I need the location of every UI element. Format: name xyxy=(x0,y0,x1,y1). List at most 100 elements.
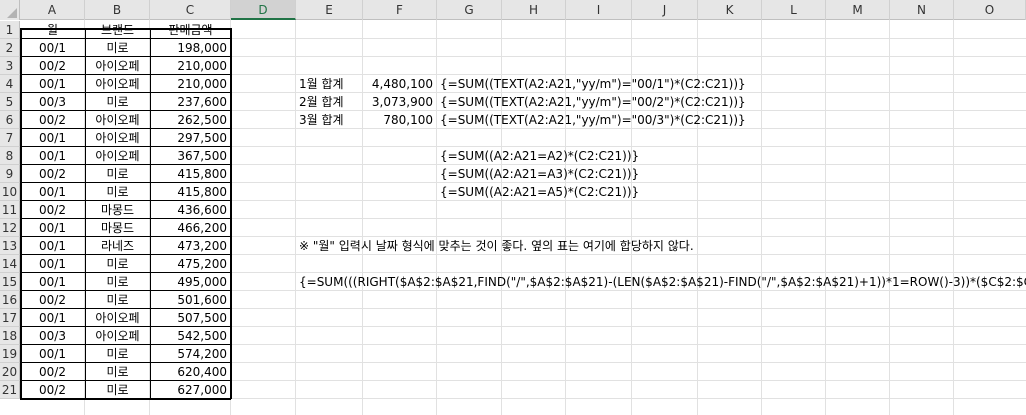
alt-formula[interactable]: {=SUM((A2:A21=A5)*(C2:C21))} xyxy=(437,183,639,201)
row-header-11[interactable]: 11 xyxy=(0,201,20,219)
row-header-8[interactable]: 8 xyxy=(0,147,20,165)
table-cell[interactable]: 297,500 xyxy=(150,129,231,147)
summary-formula[interactable]: {=SUM((TEXT(A2:A21,"yy/m")="00/1")*(C2:C… xyxy=(437,75,746,93)
column-header-b[interactable]: B xyxy=(85,0,150,20)
column-header-j[interactable]: J xyxy=(632,0,698,20)
table-cell[interactable]: 542,500 xyxy=(150,327,231,345)
table-cell[interactable]: 아이오페 xyxy=(85,129,150,147)
table-cell[interactable]: 627,000 xyxy=(150,381,231,399)
table-cell[interactable]: 아이오페 xyxy=(85,111,150,129)
table-cell[interactable]: 00/1 xyxy=(20,183,85,201)
table-cell[interactable]: 미로 xyxy=(85,165,150,183)
table-cell[interactable]: 00/1 xyxy=(20,75,85,93)
column-header-f[interactable]: F xyxy=(363,0,437,20)
summary-formula[interactable]: {=SUM((TEXT(A2:A21,"yy/m")="00/2")*(C2:C… xyxy=(437,93,746,111)
table-cell[interactable]: 00/1 xyxy=(20,309,85,327)
table-cell[interactable]: 473,200 xyxy=(150,237,231,255)
table-cell[interactable]: 507,500 xyxy=(150,309,231,327)
row-header-3[interactable]: 3 xyxy=(0,57,20,75)
table-cell[interactable]: 00/2 xyxy=(20,381,85,399)
table-cell[interactable]: 00/1 xyxy=(20,219,85,237)
table-cell[interactable]: 00/1 xyxy=(20,345,85,363)
table-cell[interactable]: 00/1 xyxy=(20,129,85,147)
table-cell[interactable]: 00/1 xyxy=(20,237,85,255)
row-header-14[interactable]: 14 xyxy=(0,255,20,273)
row-header-13[interactable]: 13 xyxy=(0,237,20,255)
column-header-c[interactable]: C xyxy=(150,0,231,20)
table-cell[interactable]: 00/3 xyxy=(20,93,85,111)
table-cell[interactable]: 아이오페 xyxy=(85,57,150,75)
row-header-7[interactable]: 7 xyxy=(0,129,20,147)
row-header-5[interactable]: 5 xyxy=(0,93,20,111)
table-cell[interactable]: 미로 xyxy=(85,381,150,399)
row-header-15[interactable]: 15 xyxy=(0,273,20,291)
table-cell[interactable]: 237,600 xyxy=(150,93,231,111)
table-cell[interactable]: 미로 xyxy=(85,255,150,273)
row-header-4[interactable]: 4 xyxy=(0,75,20,93)
table-cell[interactable]: 00/2 xyxy=(20,165,85,183)
table-cell[interactable]: 620,400 xyxy=(150,363,231,381)
table-cell[interactable]: 미로 xyxy=(85,39,150,57)
table-cell[interactable]: 00/1 xyxy=(20,255,85,273)
table-cell[interactable]: 466,200 xyxy=(150,219,231,237)
row-header-12[interactable]: 12 xyxy=(0,219,20,237)
row-header-20[interactable]: 20 xyxy=(0,363,20,381)
row-header-21[interactable]: 21 xyxy=(0,381,20,399)
table-cell[interactable]: 00/1 xyxy=(20,147,85,165)
summary-value[interactable]: 4,480,100 xyxy=(363,75,437,93)
alt-formula[interactable]: {=SUM((A2:A21=A2)*(C2:C21))} xyxy=(437,147,639,165)
table-header-cell[interactable]: 월 xyxy=(20,21,85,39)
column-header-h[interactable]: H xyxy=(502,0,566,20)
table-cell[interactable]: 00/1 xyxy=(20,39,85,57)
table-cell[interactable]: 00/3 xyxy=(20,327,85,345)
table-cell[interactable]: 아이오페 xyxy=(85,147,150,165)
spreadsheet-grid[interactable]: A B C D E F G H I J K L M N O 1 2 3 4 5 6 7 8 9 10 11 12 13 14 15 16 17… xyxy=(0,0,1026,415)
row-header-2[interactable]: 2 xyxy=(0,39,20,57)
table-cell[interactable]: 미로 xyxy=(85,291,150,309)
table-cell[interactable]: 262,500 xyxy=(150,111,231,129)
table-cell[interactable]: 00/2 xyxy=(20,363,85,381)
table-cell[interactable]: 475,200 xyxy=(150,255,231,273)
summary-formula[interactable]: {=SUM((TEXT(A2:A21,"yy/m")="00/3")*(C2:C… xyxy=(437,111,746,129)
row-header-6[interactable]: 6 xyxy=(0,111,20,129)
table-cell[interactable]: 마몽드 xyxy=(85,219,150,237)
table-cell[interactable]: 라네즈 xyxy=(85,237,150,255)
column-header-a[interactable]: A xyxy=(20,0,85,20)
row-header-9[interactable]: 9 xyxy=(0,165,20,183)
summary-value[interactable]: 780,100 xyxy=(363,111,437,129)
row-header-19[interactable]: 19 xyxy=(0,345,20,363)
table-cell[interactable]: 00/1 xyxy=(20,273,85,291)
column-header-k[interactable]: K xyxy=(698,0,762,20)
select-all-button[interactable] xyxy=(0,0,20,20)
table-cell[interactable]: 미로 xyxy=(85,345,150,363)
table-cell[interactable]: 미로 xyxy=(85,93,150,111)
note-text[interactable]: ※ "월" 입력시 날짜 형식에 맞추는 것이 좋다. 옆의 표는 여기에 합당… xyxy=(296,237,694,255)
summary-label[interactable]: 3월 합계 xyxy=(296,111,363,129)
table-cell[interactable]: 501,600 xyxy=(150,291,231,309)
table-cell[interactable]: 아이오페 xyxy=(85,75,150,93)
table-cell[interactable]: 00/2 xyxy=(20,201,85,219)
table-cell[interactable]: 아이오페 xyxy=(85,309,150,327)
table-cell[interactable]: 367,500 xyxy=(150,147,231,165)
table-cell[interactable]: 210,000 xyxy=(150,57,231,75)
row-header-17[interactable]: 17 xyxy=(0,309,20,327)
table-cell[interactable]: 아이오페 xyxy=(85,327,150,345)
row-header-16[interactable]: 16 xyxy=(0,291,20,309)
table-header-cell[interactable]: 브랜드 xyxy=(85,21,150,39)
column-header-m[interactable]: M xyxy=(826,0,890,20)
table-cell[interactable]: 00/2 xyxy=(20,111,85,129)
table-cell[interactable]: 00/2 xyxy=(20,291,85,309)
row-header-18[interactable]: 18 xyxy=(0,327,20,345)
table-cell[interactable]: 00/2 xyxy=(20,57,85,75)
long-formula[interactable]: {=SUM(((RIGHT($A$2:$A$21,FIND("/",$A$2:$… xyxy=(296,273,1026,291)
table-cell[interactable]: 미로 xyxy=(85,183,150,201)
table-cell[interactable]: 415,800 xyxy=(150,165,231,183)
table-cell[interactable]: 415,800 xyxy=(150,183,231,201)
table-cell[interactable]: 미로 xyxy=(85,363,150,381)
table-cell[interactable]: 미로 xyxy=(85,273,150,291)
column-header-i[interactable]: I xyxy=(566,0,632,20)
table-cell[interactable]: 574,200 xyxy=(150,345,231,363)
summary-value[interactable]: 3,073,900 xyxy=(363,93,437,111)
table-cell[interactable]: 210,000 xyxy=(150,75,231,93)
summary-label[interactable]: 1월 합계 xyxy=(296,75,363,93)
